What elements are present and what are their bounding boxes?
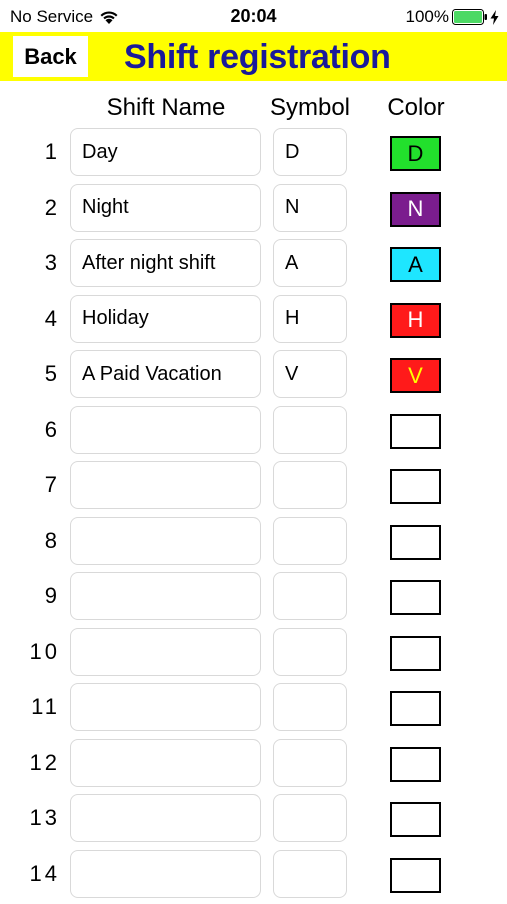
row-number: 12 — [0, 750, 60, 776]
shift-name-input[interactable] — [70, 628, 261, 676]
shift-row: 1D — [0, 127, 507, 183]
color-swatch[interactable] — [390, 469, 441, 504]
color-swatch[interactable]: A — [390, 247, 441, 282]
shift-row: 2N — [0, 183, 507, 239]
row-number: 9 — [0, 583, 60, 609]
shift-row: 10 — [0, 627, 507, 683]
row-number: 5 — [0, 361, 60, 387]
shift-symbol-input[interactable] — [273, 739, 347, 787]
back-button[interactable]: Back — [13, 36, 88, 77]
row-number: 14 — [0, 861, 60, 887]
shift-name-input[interactable] — [70, 350, 261, 398]
column-header-color: Color — [378, 94, 454, 122]
shift-name-input[interactable] — [70, 295, 261, 343]
column-header-symbol: Symbol — [266, 94, 354, 122]
color-swatch[interactable]: D — [390, 136, 441, 171]
shift-symbol-input[interactable] — [273, 572, 347, 620]
row-number: 1 — [0, 139, 60, 165]
shift-symbol-input[interactable] — [273, 517, 347, 565]
color-swatch[interactable] — [390, 636, 441, 671]
shift-row: 14 — [0, 849, 507, 904]
column-header-shift-name: Shift Name — [70, 94, 262, 122]
shift-symbol-input[interactable] — [273, 461, 347, 509]
color-swatch[interactable]: N — [390, 192, 441, 227]
shift-name-input[interactable] — [70, 239, 261, 287]
shift-name-input[interactable] — [70, 406, 261, 454]
shift-row: 9 — [0, 571, 507, 627]
shift-name-input[interactable] — [70, 184, 261, 232]
color-swatch[interactable] — [390, 525, 441, 560]
header-bar: Back Shift registration — [0, 32, 507, 81]
charging-bolt-icon — [490, 10, 499, 25]
color-swatch[interactable] — [390, 414, 441, 449]
shift-row: 13 — [0, 793, 507, 849]
status-bar: No Service 20:04 100% — [0, 0, 507, 32]
shift-symbol-input[interactable] — [273, 406, 347, 454]
shift-row: 5V — [0, 349, 507, 405]
shift-name-input[interactable] — [70, 794, 261, 842]
shift-row: 3A — [0, 238, 507, 294]
shift-symbol-input[interactable] — [273, 295, 347, 343]
color-swatch[interactable]: V — [390, 358, 441, 393]
shift-row: 7 — [0, 460, 507, 516]
shift-symbol-input[interactable] — [273, 850, 347, 898]
row-number: 8 — [0, 528, 60, 554]
color-swatch-label: D — [408, 141, 424, 167]
row-number: 10 — [0, 639, 60, 665]
color-swatch[interactable] — [390, 691, 441, 726]
shift-name-input[interactable] — [70, 461, 261, 509]
shift-name-input[interactable] — [70, 683, 261, 731]
color-swatch[interactable]: H — [390, 303, 441, 338]
battery-icon — [452, 9, 488, 25]
color-swatch[interactable] — [390, 747, 441, 782]
shift-name-input[interactable] — [70, 128, 261, 176]
row-number: 3 — [0, 250, 60, 276]
shift-row: 8 — [0, 516, 507, 572]
shift-name-input[interactable] — [70, 850, 261, 898]
shift-symbol-input[interactable] — [273, 184, 347, 232]
shift-symbol-input[interactable] — [273, 350, 347, 398]
color-swatch-label: N — [408, 196, 424, 222]
row-number: 7 — [0, 472, 60, 498]
shift-name-input[interactable] — [70, 739, 261, 787]
page-title: Shift registration — [124, 38, 391, 77]
shift-row: 11 — [0, 682, 507, 738]
shift-symbol-input[interactable] — [273, 239, 347, 287]
shift-symbol-input[interactable] — [273, 794, 347, 842]
color-swatch[interactable] — [390, 802, 441, 837]
color-swatch-label: H — [408, 307, 424, 333]
color-swatch-label: V — [408, 363, 423, 389]
shift-symbol-input[interactable] — [273, 128, 347, 176]
color-swatch[interactable] — [390, 580, 441, 615]
color-swatch-label: A — [408, 252, 423, 278]
shift-row: 6 — [0, 405, 507, 461]
shift-name-input[interactable] — [70, 517, 261, 565]
row-number: 2 — [0, 195, 60, 221]
shift-symbol-input[interactable] — [273, 683, 347, 731]
shift-list: 1D2N3A4H5V67891011121314 — [0, 127, 507, 904]
row-number: 6 — [0, 417, 60, 443]
row-number: 11 — [0, 694, 60, 720]
status-right: 100% — [406, 7, 499, 27]
color-swatch[interactable] — [390, 858, 441, 893]
battery-percent: 100% — [406, 7, 449, 27]
shift-row: 4H — [0, 294, 507, 350]
shift-name-input[interactable] — [70, 572, 261, 620]
row-number: 13 — [0, 805, 60, 831]
shift-symbol-input[interactable] — [273, 628, 347, 676]
shift-row: 12 — [0, 738, 507, 794]
row-number: 4 — [0, 306, 60, 332]
